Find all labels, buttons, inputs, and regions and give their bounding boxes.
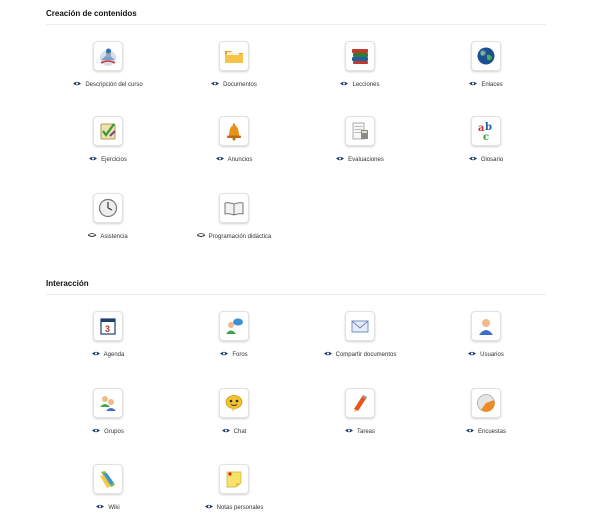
calculator-icon[interactable] [345, 116, 375, 146]
clock-icon[interactable] [93, 193, 123, 223]
section-title: Interacción [46, 279, 89, 288]
tool-groups[interactable]: Grupos [43, 388, 173, 435]
tool-label[interactable]: Agenda [104, 352, 125, 358]
tool-announcements[interactable]: Anuncios [169, 116, 299, 163]
section-divider [46, 294, 546, 295]
section-divider [46, 24, 546, 25]
envelope-icon[interactable] [345, 311, 375, 341]
eye-icon[interactable] [469, 81, 478, 88]
eye-icon[interactable] [468, 156, 477, 163]
eye-icon[interactable] [336, 156, 345, 163]
tool-label[interactable]: Ejercicios [101, 157, 127, 163]
tool-forums[interactable]: Foros [169, 311, 299, 358]
sticky-note-icon[interactable] [219, 464, 249, 494]
tool-documents[interactable]: Documentos [169, 41, 299, 88]
tool-label[interactable]: Wiki [108, 505, 119, 511]
eye-icon[interactable] [96, 504, 105, 511]
forum-icon[interactable] [219, 311, 249, 341]
eye-icon[interactable] [221, 428, 230, 435]
tool-label[interactable]: Glosario [481, 157, 503, 163]
tool-label[interactable]: Descripción del curso [85, 82, 142, 88]
tool-label[interactable]: Anuncios [228, 157, 253, 163]
tool-didactic-programming[interactable]: Programación didáctica [169, 193, 299, 240]
tool-attendance[interactable]: Asistencia [43, 193, 173, 240]
tool-tasks[interactable]: Tareas [295, 388, 425, 435]
eye-icon[interactable] [215, 156, 224, 163]
tool-glossary[interactable]: a b c Glosario [421, 116, 551, 163]
section-interaction: Interacción [46, 279, 546, 295]
tool-label[interactable]: Programación didáctica [209, 234, 272, 240]
eye-icon[interactable] [91, 351, 100, 358]
abc-icon[interactable]: a b c [471, 116, 501, 146]
calendar-icon[interactable]: 3 [93, 311, 123, 341]
eye-icon[interactable] [340, 81, 349, 88]
tool-users[interactable]: Usuarios [421, 311, 551, 358]
tool-label[interactable]: Chat [234, 429, 247, 435]
tool-course-description[interactable]: Descripción del curso [43, 41, 173, 88]
svg-text:3: 3 [105, 324, 110, 334]
pencil-icon[interactable] [345, 388, 375, 418]
tool-lessons[interactable]: Lecciones [295, 41, 425, 88]
eye-icon[interactable] [220, 351, 229, 358]
survey-icon[interactable] [471, 388, 501, 418]
tool-personal-notes[interactable]: Notas personales [169, 464, 299, 511]
open-book-icon[interactable] [219, 193, 249, 223]
svg-text:c: c [483, 132, 489, 142]
user-icon[interactable] [471, 311, 501, 341]
course-description-icon[interactable] [93, 41, 123, 71]
section-content-creation: Creación de contenidos [46, 9, 546, 25]
tool-share-documents[interactable]: Compartir documentos [295, 311, 425, 358]
eye-icon[interactable] [204, 504, 213, 511]
eye-icon[interactable] [211, 81, 220, 88]
tool-label[interactable]: Grupos [104, 429, 124, 435]
chat-icon[interactable] [219, 388, 249, 418]
tool-label[interactable]: Tareas [357, 429, 375, 435]
tool-label[interactable]: Lecciones [352, 82, 379, 88]
eye-icon[interactable] [468, 351, 477, 358]
tool-label[interactable]: Evaluaciones [348, 157, 384, 163]
eye-icon[interactable] [465, 428, 474, 435]
tool-label[interactable]: Notas personales [217, 505, 264, 511]
eye-icon[interactable] [73, 81, 82, 88]
bell-icon[interactable] [219, 116, 249, 146]
eye-icon[interactable] [89, 156, 98, 163]
tool-label[interactable]: Enlaces [481, 82, 502, 88]
folder-icon[interactable] [219, 41, 249, 71]
eye-closed-icon[interactable] [88, 233, 97, 240]
tool-label[interactable]: Asistencia [100, 234, 127, 240]
tool-label[interactable]: Foros [232, 352, 247, 358]
tool-label[interactable]: Documentos [223, 82, 257, 88]
books-icon[interactable] [345, 41, 375, 71]
eye-icon[interactable] [323, 351, 332, 358]
eye-icon[interactable] [92, 428, 101, 435]
tool-label[interactable]: Usuarios [480, 352, 504, 358]
tool-surveys[interactable]: Encuestas [421, 388, 551, 435]
course-tools-page: Creación de contenidos Descripción del c… [0, 0, 600, 528]
group-icon[interactable] [93, 388, 123, 418]
tool-evaluations[interactable]: Evaluaciones [295, 116, 425, 163]
wiki-icon[interactable] [93, 464, 123, 494]
tool-agenda[interactable]: 3 Agenda [43, 311, 173, 358]
eye-icon[interactable] [344, 428, 353, 435]
section-title: Creación de contenidos [46, 9, 137, 18]
tool-exercises[interactable]: Ejercicios [43, 116, 173, 163]
tool-label[interactable]: Encuestas [478, 429, 506, 435]
eye-closed-icon[interactable] [196, 233, 205, 240]
globe-icon[interactable] [471, 41, 501, 71]
tool-chat[interactable]: Chat [169, 388, 299, 435]
tool-wiki[interactable]: Wiki [43, 464, 173, 511]
tool-links[interactable]: Enlaces [421, 41, 551, 88]
tool-label[interactable]: Compartir documentos [336, 352, 397, 358]
exercise-icon[interactable] [93, 116, 123, 146]
